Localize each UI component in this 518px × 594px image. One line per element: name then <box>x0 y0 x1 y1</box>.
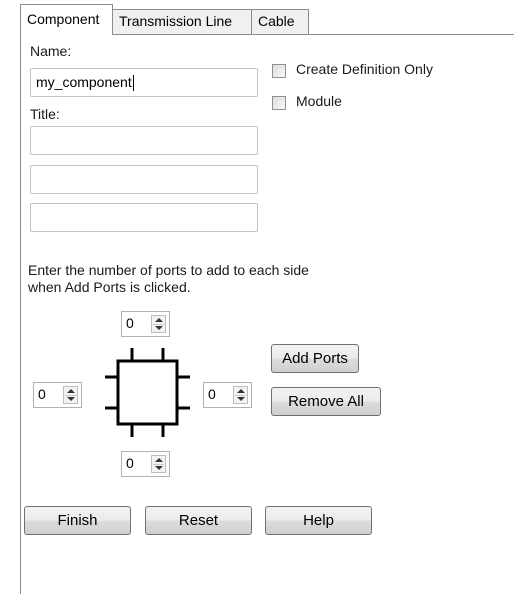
bottom-ports-value: 0 <box>126 455 134 471</box>
instructions-line-1: Enter the number of ports to add to each… <box>28 262 309 278</box>
reset-button[interactable]: Reset <box>145 506 252 535</box>
title-label: Title: <box>30 106 60 122</box>
finish-button[interactable]: Finish <box>24 506 131 535</box>
top-ports-value: 0 <box>126 315 134 331</box>
text-caret <box>132 75 134 92</box>
left-ports-value: 0 <box>38 386 46 402</box>
create-definition-only-checkbox[interactable] <box>272 64 286 78</box>
tab-transmission-line[interactable]: Transmission Line <box>112 9 252 34</box>
name-label: Name: <box>30 43 72 59</box>
create-definition-only-label: Create Definition Only <box>296 61 433 77</box>
component-symbol-icon <box>105 348 190 437</box>
spinner-arrows-icon[interactable] <box>233 386 248 404</box>
spinner-arrows-icon[interactable] <box>63 386 78 404</box>
instructions-line-2: when Add Ports is clicked. <box>28 279 191 295</box>
spinner-arrows-icon[interactable] <box>151 455 166 473</box>
add-ports-button[interactable]: Add Ports <box>271 344 359 373</box>
top-ports-spinner[interactable]: 0 <box>121 311 170 337</box>
title-field-1[interactable] <box>30 126 258 155</box>
title-field-2[interactable] <box>30 165 258 194</box>
title-field-3[interactable] <box>30 203 258 232</box>
right-ports-value: 0 <box>208 386 216 402</box>
name-input-value: my_component <box>36 74 132 90</box>
module-checkbox[interactable] <box>272 96 286 110</box>
remove-all-button[interactable]: Remove All <box>271 387 381 416</box>
spinner-arrows-icon[interactable] <box>151 315 166 333</box>
bottom-ports-spinner[interactable]: 0 <box>121 451 170 477</box>
tab-component[interactable]: Component <box>20 4 113 35</box>
name-input[interactable]: my_component <box>30 68 258 97</box>
right-ports-spinner[interactable]: 0 <box>203 382 252 408</box>
module-label: Module <box>296 93 342 109</box>
tab-cable[interactable]: Cable <box>251 9 309 34</box>
help-button[interactable]: Help <box>265 506 372 535</box>
left-ports-spinner[interactable]: 0 <box>33 382 82 408</box>
